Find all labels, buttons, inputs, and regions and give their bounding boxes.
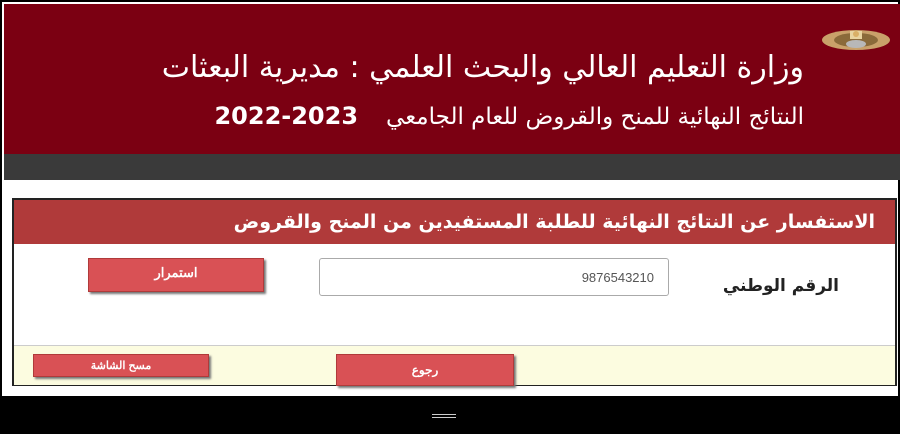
inquiry-panel: الاستفسار عن النتائج النهائية للطلبة الم… bbox=[12, 198, 897, 386]
national-id-label: الرقم الوطني bbox=[722, 276, 839, 296]
bottom-nav-bar bbox=[2, 396, 900, 434]
continue-button[interactable]: استمرار bbox=[88, 258, 264, 292]
page-subtitle: النتائج النهائية للمنح والقروض للعام الج… bbox=[214, 102, 804, 130]
page-frame: وزارة التعليم العالي والبحث العلمي : مدي… bbox=[0, 0, 900, 434]
subtitle-text: النتائج النهائية للمنح والقروض للعام الج… bbox=[386, 104, 804, 130]
academic-year: 2022-2023 bbox=[214, 102, 359, 130]
back-button[interactable]: رجوع bbox=[336, 354, 514, 386]
header-banner: وزارة التعليم العالي والبحث العلمي : مدي… bbox=[4, 4, 900, 154]
page-title: وزارة التعليم العالي والبحث العلمي : مدي… bbox=[161, 50, 804, 85]
panel-footer: مسح الشاشة رجوع bbox=[14, 345, 895, 386]
header-divider-bar bbox=[4, 154, 900, 180]
clear-screen-button[interactable]: مسح الشاشة bbox=[33, 354, 209, 377]
hamburger-icon[interactable] bbox=[432, 414, 456, 420]
panel-heading: الاستفسار عن النتائج النهائية للطلبة الم… bbox=[14, 200, 895, 244]
jordan-crest-icon bbox=[822, 30, 890, 50]
national-id-input[interactable] bbox=[319, 258, 669, 296]
